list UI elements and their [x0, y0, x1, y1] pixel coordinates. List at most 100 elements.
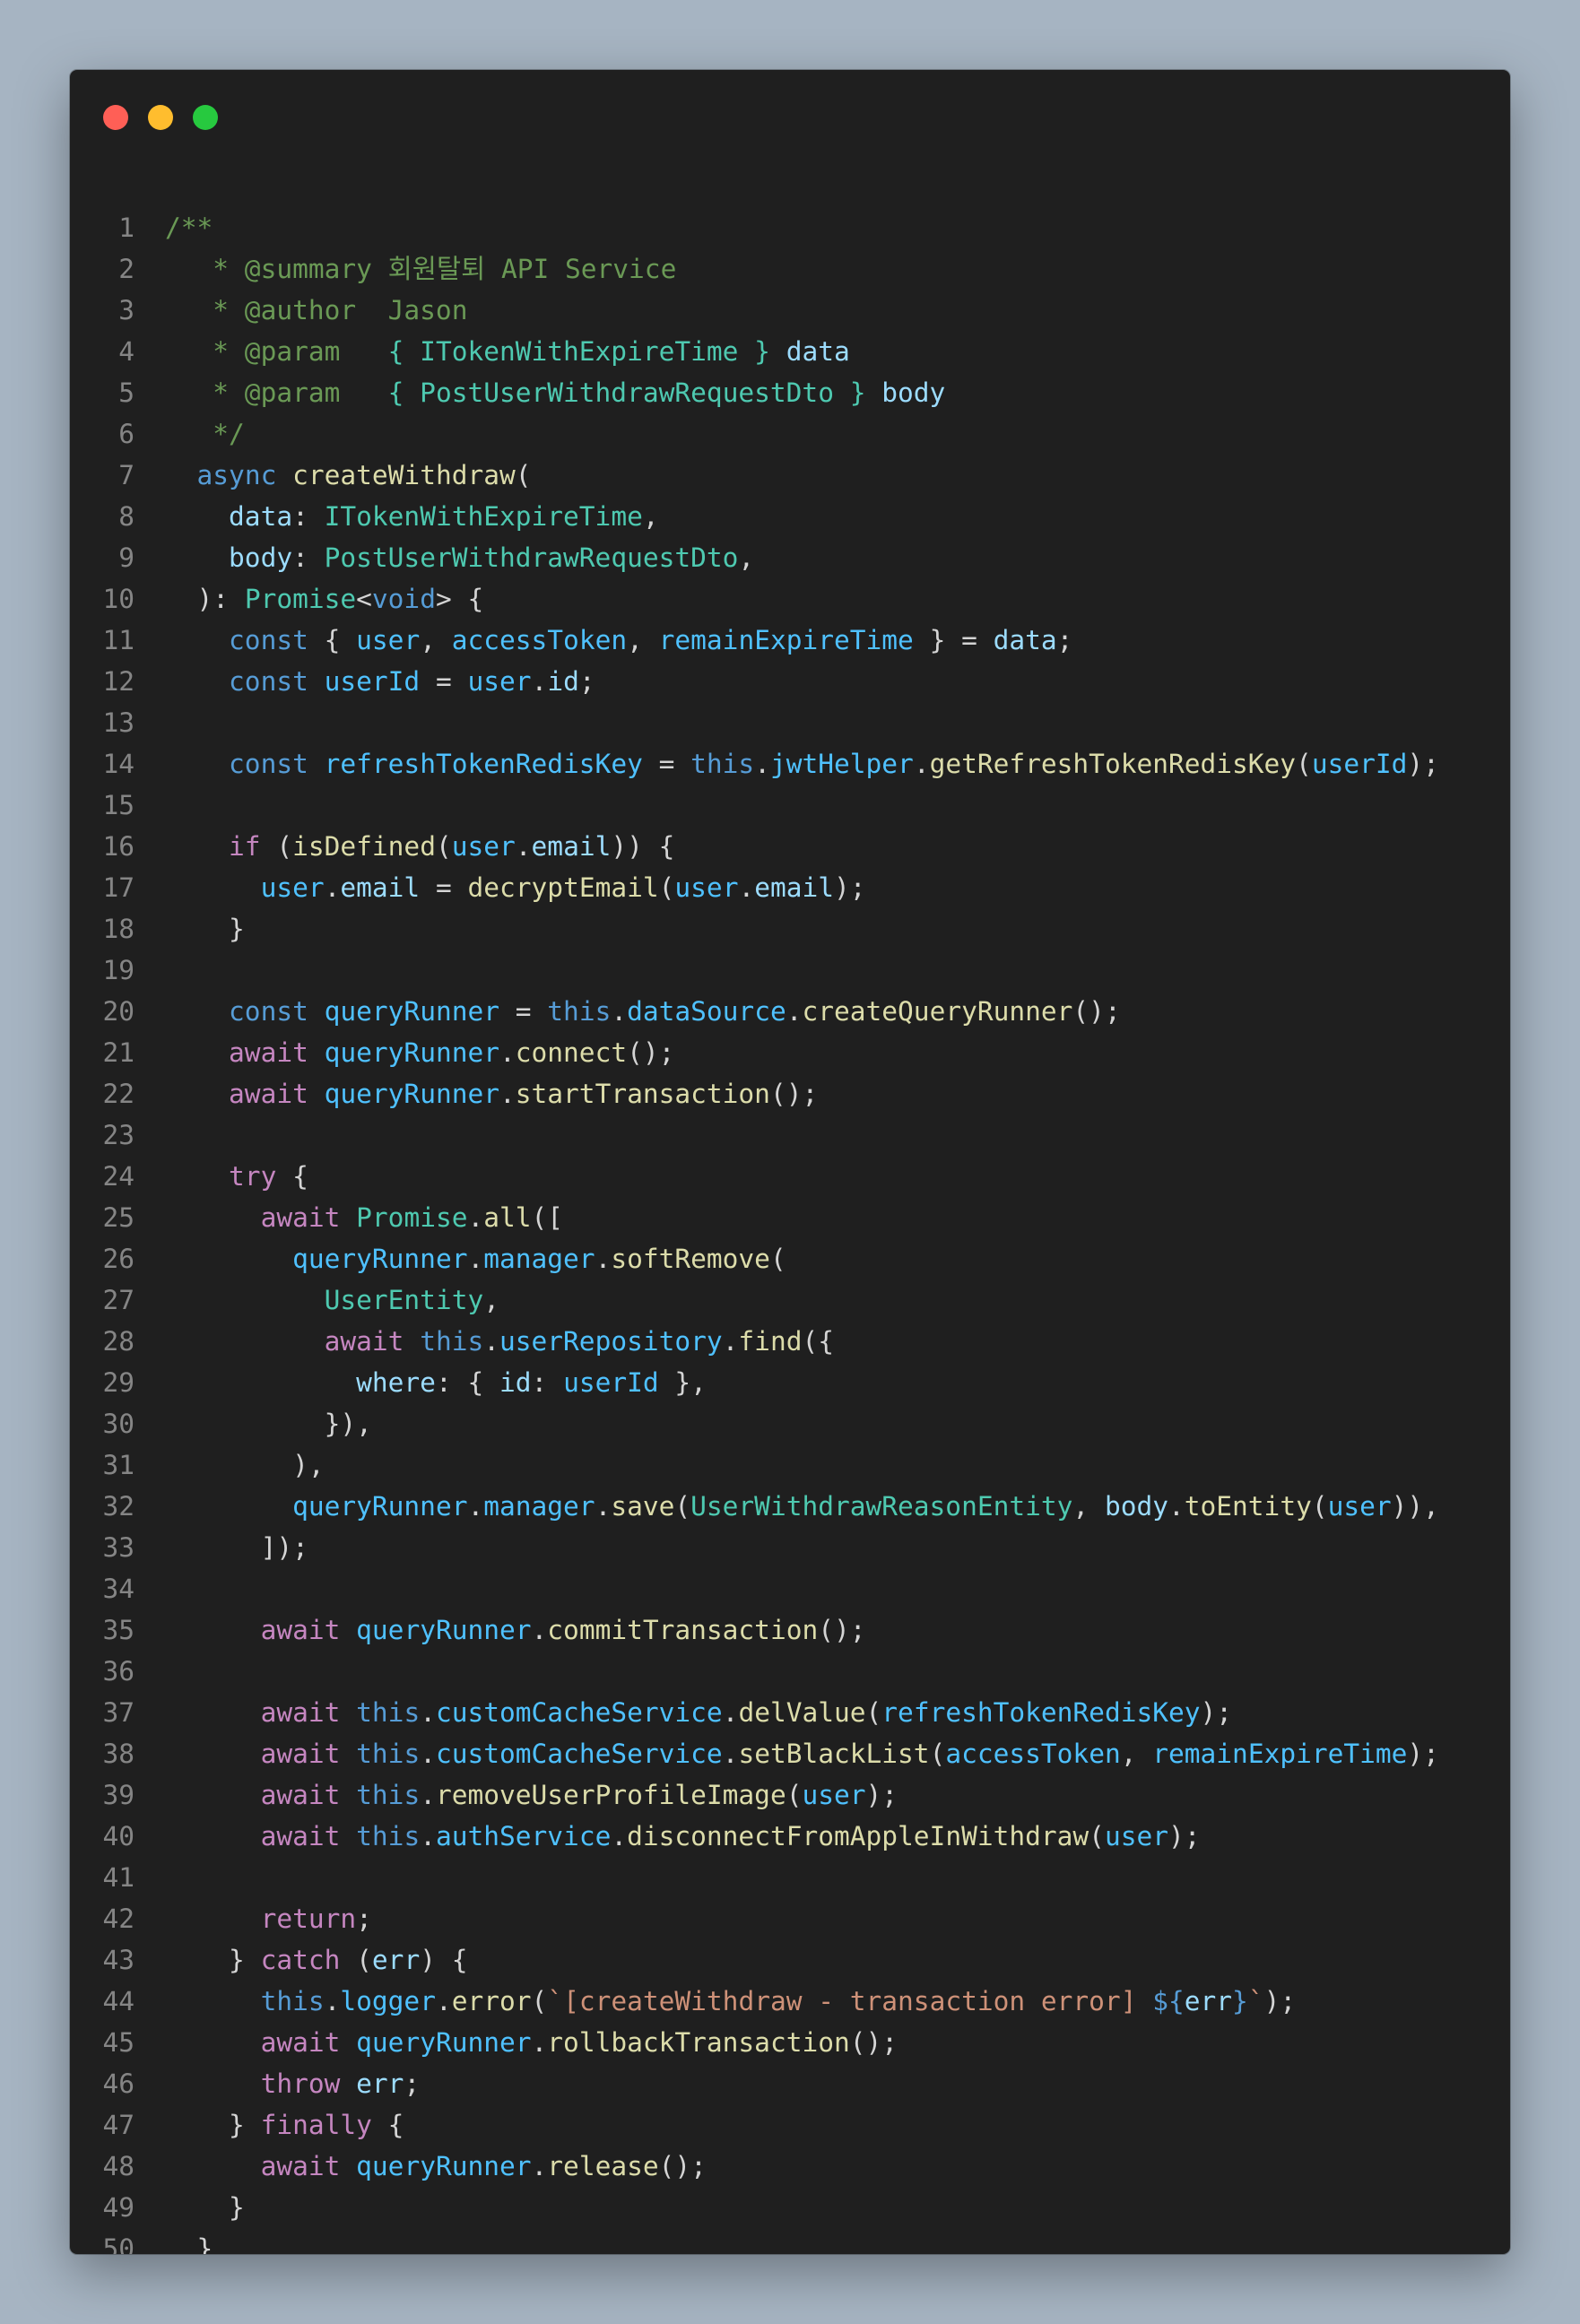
- code-token: (: [435, 831, 452, 862]
- code-token: queryRunner: [356, 2027, 532, 2058]
- code-token: this: [356, 1821, 421, 1851]
- line-number: 33: [102, 1532, 135, 1563]
- code-token: userRepository: [499, 1326, 723, 1357]
- code-token: ();: [849, 2027, 899, 2058]
- code-token: err: [1184, 1986, 1233, 2016]
- line-number: 17: [102, 872, 135, 903]
- code-token: err: [356, 2068, 404, 2099]
- line-number: 43: [102, 1945, 135, 1975]
- code-token: user: [1104, 1821, 1168, 1851]
- code-token: manager: [483, 1491, 595, 1522]
- code-line: 8 data: ITokenWithExpireTime,: [70, 496, 1510, 537]
- code-token: .: [754, 749, 770, 779]
- code-token: Promise: [356, 1202, 468, 1233]
- code-token: removeUserProfileImage: [435, 1780, 786, 1810]
- code-line: 30 }),: [70, 1403, 1510, 1444]
- code-token: user: [356, 625, 421, 655]
- code-token: */: [165, 419, 245, 449]
- code-line: 21 await queryRunner.connect();: [70, 1032, 1510, 1073]
- code-line: 1 /**: [70, 207, 1510, 248]
- code-token: data: [229, 501, 293, 532]
- line-source: ),: [165, 1444, 325, 1486]
- code-token: .: [499, 1079, 516, 1109]
- line-number: 1: [118, 212, 135, 243]
- code-block: 1/** 2 * @summary 회원탈퇴 API Service 3 * @au…: [70, 207, 1510, 2254]
- code-token: .: [531, 2151, 548, 2181]
- code-token: user: [260, 872, 325, 903]
- code-token: ${: [1152, 1986, 1185, 2016]
- code-token: queryRunner: [292, 1491, 468, 1522]
- close-window-icon[interactable]: [103, 105, 128, 130]
- code-token: );: [1407, 749, 1439, 779]
- code-token: .: [722, 1697, 739, 1728]
- code-token: );: [1168, 1821, 1201, 1851]
- line-number: 29: [102, 1367, 135, 1398]
- line-source: await queryRunner.connect();: [165, 1032, 674, 1073]
- line-number: 11: [102, 625, 135, 655]
- code-token: .: [913, 749, 930, 779]
- code-token: `[createWithdraw - transaction error]: [547, 1986, 1153, 2016]
- code-token: email: [754, 872, 835, 903]
- code-token: body: [229, 542, 293, 573]
- line-source: body: PostUserWithdrawRequestDto,: [165, 537, 754, 578]
- code-line: 10 ): Promise<void> {: [70, 578, 1510, 620]
- code-token: :: [292, 501, 325, 532]
- line-number: 48: [102, 2151, 135, 2181]
- line-number: 31: [102, 1450, 135, 1480]
- code-token: catch: [260, 1945, 341, 1975]
- line-number: 7: [118, 460, 135, 490]
- line-source: await queryRunner.startTransaction();: [165, 1073, 818, 1114]
- line-source: }: [165, 2187, 245, 2228]
- code-token: queryRunner: [356, 1615, 532, 1645]
- code-token: {: [371, 2110, 404, 2140]
- code-token: { PostUserWithdrawRequestDto }: [387, 377, 866, 408]
- code-line: 14 const refreshTokenRedisKey = this.jwt…: [70, 743, 1510, 785]
- code-token: commitTransaction: [547, 1615, 819, 1645]
- code-token: .: [595, 1491, 612, 1522]
- code-line: 39 await this.removeUserProfileImage(use…: [70, 1774, 1510, 1816]
- code-token: this: [420, 1326, 484, 1357]
- zoom-window-icon[interactable]: [193, 105, 218, 130]
- code-token: await: [260, 2027, 341, 2058]
- code-line: 17 user.email = decryptEmail(user.email)…: [70, 867, 1510, 908]
- line-number: 6: [118, 419, 135, 449]
- line-number: 44: [102, 1986, 135, 2016]
- code-token: ) {: [420, 1945, 468, 1975]
- line-source: queryRunner.manager.save(UserWithdrawRea…: [165, 1486, 1439, 1527]
- code-token: data: [993, 625, 1057, 655]
- code-token: release: [547, 2151, 659, 2181]
- line-number: 26: [102, 1244, 135, 1274]
- code-token: } =: [913, 625, 994, 655]
- line-source: throw err;: [165, 2063, 421, 2104]
- code-token: (: [865, 1697, 882, 1728]
- line-number: 15: [102, 790, 135, 820]
- line-number: 10: [102, 584, 135, 614]
- code-token: }: [165, 1945, 261, 1975]
- code-token: .: [483, 1326, 499, 1357]
- line-number: 37: [102, 1697, 135, 1728]
- code-token: );: [865, 1780, 899, 1810]
- line-number: 34: [102, 1574, 135, 1604]
- code-line: 44 this.logger.error(`[createWithdraw - …: [70, 1981, 1510, 2022]
- code-token: =: [642, 749, 691, 779]
- line-number: 18: [102, 914, 135, 944]
- code-token: try: [229, 1161, 277, 1192]
- code-token: (: [515, 460, 532, 490]
- code-token: .: [435, 1986, 452, 2016]
- line-number: 23: [102, 1120, 135, 1150]
- line-number: 13: [102, 707, 135, 738]
- code-token: ),: [165, 1450, 325, 1480]
- minimize-window-icon[interactable]: [148, 105, 173, 130]
- code-token: .: [611, 1821, 628, 1851]
- code-token: this: [260, 1986, 325, 2016]
- line-number: 9: [118, 542, 135, 573]
